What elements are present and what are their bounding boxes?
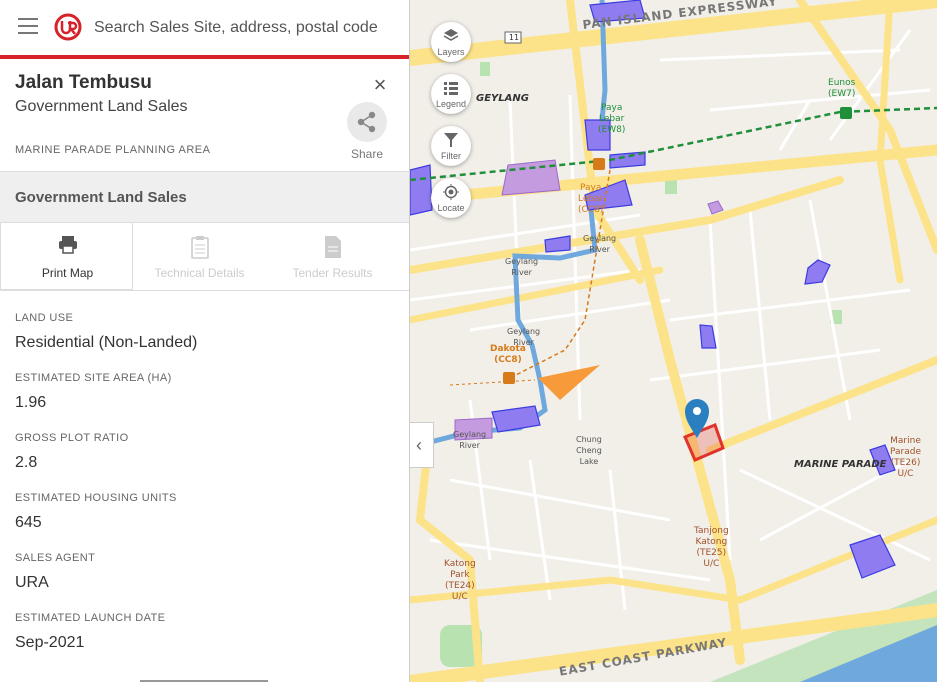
- field-label: ESTIMATED SITE AREA (HA): [15, 372, 172, 384]
- print-map-button[interactable]: Print Map: [0, 223, 133, 290]
- map-view[interactable]: PAN ISLAND EXPRESSWAY EAST COAST PARKWAY…: [410, 0, 937, 682]
- technical-details-button[interactable]: Technical Details: [133, 223, 266, 290]
- station-label-paya-lebar-cc: Paya Lebar (CC8): [578, 183, 604, 215]
- collapse-panel-button[interactable]: ‹: [410, 422, 434, 468]
- field-label: GROSS PLOT RATIO: [15, 432, 129, 444]
- search-bar: [0, 0, 409, 59]
- field-plot-ratio: GROSS PLOT RATIO 2.8: [15, 432, 129, 472]
- share-label: Share: [350, 147, 384, 161]
- station-label-paya-lebar-ew: Paya Lebar (EW8): [598, 103, 626, 135]
- route-shield-label: 11: [508, 33, 520, 42]
- filter-label: Filter: [441, 151, 461, 161]
- search-input[interactable]: [94, 14, 378, 42]
- locate-label: Locate: [437, 203, 465, 213]
- locate-button[interactable]: Locate: [431, 178, 471, 218]
- menu-icon[interactable]: [18, 18, 38, 36]
- river-label: Geylang River: [453, 430, 487, 450]
- station-label-eunos: Eunos (EW7): [828, 78, 856, 99]
- filter-button[interactable]: Filter: [431, 126, 471, 166]
- field-site-area: ESTIMATED SITE AREA (HA) 1.96: [15, 372, 172, 412]
- river-label: Geylang River: [507, 327, 541, 347]
- close-icon[interactable]: ×: [371, 74, 389, 96]
- share-button[interactable]: [347, 102, 387, 142]
- field-launch-date: ESTIMATED LAUNCH DATE Sep-2021: [15, 612, 165, 652]
- area-label-marine-parade: MARINE PARADE: [794, 459, 887, 470]
- station-label-tanjong-katong: Tanjong Katong (TE25) U/C: [694, 526, 729, 569]
- mrt-ew-line: [410, 106, 937, 182]
- field-label: ESTIMATED LAUNCH DATE: [15, 612, 166, 624]
- filter-icon: [444, 133, 458, 147]
- site-title: Jalan Tembusu: [15, 72, 152, 93]
- layers-icon: [443, 29, 459, 41]
- field-value: 1.96: [15, 394, 47, 411]
- site-subtitle: Government Land Sales: [15, 98, 188, 115]
- locate-icon: [443, 184, 459, 200]
- technical-details-label: Technical Details: [154, 266, 245, 280]
- station-icon: [503, 372, 515, 384]
- orange-site: [538, 365, 600, 400]
- lake-label: Chung Cheng Lake: [576, 435, 602, 466]
- site-header: Jalan Tembusu Government Land Sales MARI…: [0, 59, 409, 171]
- field-value: 645: [15, 514, 42, 531]
- layers-button[interactable]: Layers: [431, 22, 471, 62]
- field-label: SALES AGENT: [15, 552, 96, 564]
- river-label: Geylang River: [583, 234, 617, 254]
- field-housing-units: ESTIMATED HOUSING UNITS 645: [15, 492, 177, 532]
- planning-area: MARINE PARADE PLANNING AREA: [15, 144, 211, 156]
- park: [665, 180, 677, 194]
- field-value: Sep-2021: [15, 634, 85, 651]
- legend-label: Legend: [435, 99, 467, 109]
- section-title: Government Land Sales: [15, 189, 187, 206]
- legend-icon: [444, 82, 458, 95]
- side-panel: Jalan Tembusu Government Land Sales MARI…: [0, 0, 410, 682]
- ura-logo[interactable]: [54, 13, 82, 41]
- field-label: ESTIMATED HOUSING UNITS: [15, 492, 177, 504]
- marker-dot: [693, 407, 701, 415]
- document-icon: [325, 236, 341, 258]
- field-land-use: LAND USE Residential (Non-Landed): [15, 312, 197, 352]
- legend-button[interactable]: Legend: [431, 74, 471, 114]
- river-label: Geylang River: [505, 257, 539, 277]
- field-label: LAND USE: [15, 312, 74, 324]
- field-value: 2.8: [15, 454, 38, 471]
- clipboard-icon: [191, 236, 209, 259]
- station-icon: [840, 107, 852, 119]
- station-icon: [593, 158, 605, 170]
- chevron-left-icon: ‹: [416, 435, 422, 455]
- printer-icon: [59, 236, 77, 254]
- station-label-katong-park: Katong Park (TE24) U/C: [444, 559, 476, 602]
- print-map-label: Print Map: [41, 266, 94, 280]
- field-sales-agent: SALES AGENT URA: [15, 552, 95, 592]
- layers-label: Layers: [437, 47, 465, 57]
- mrt-cc-spur: [449, 379, 536, 386]
- field-value: Residential (Non-Landed): [15, 334, 198, 351]
- tender-results-label: Tender Results: [292, 266, 373, 280]
- share-icon: [357, 111, 376, 133]
- tender-results-button[interactable]: Tender Results: [266, 223, 399, 290]
- park: [480, 62, 490, 76]
- action-bar: Print Map Technical Details Tender Resul…: [0, 223, 409, 291]
- station-label-marine-parade: Marine Parade (TE26) U/C: [890, 436, 922, 479]
- section-header: Government Land Sales: [0, 171, 409, 223]
- area-label-geylang: GEYLANG: [476, 93, 529, 104]
- field-value: URA: [15, 574, 49, 591]
